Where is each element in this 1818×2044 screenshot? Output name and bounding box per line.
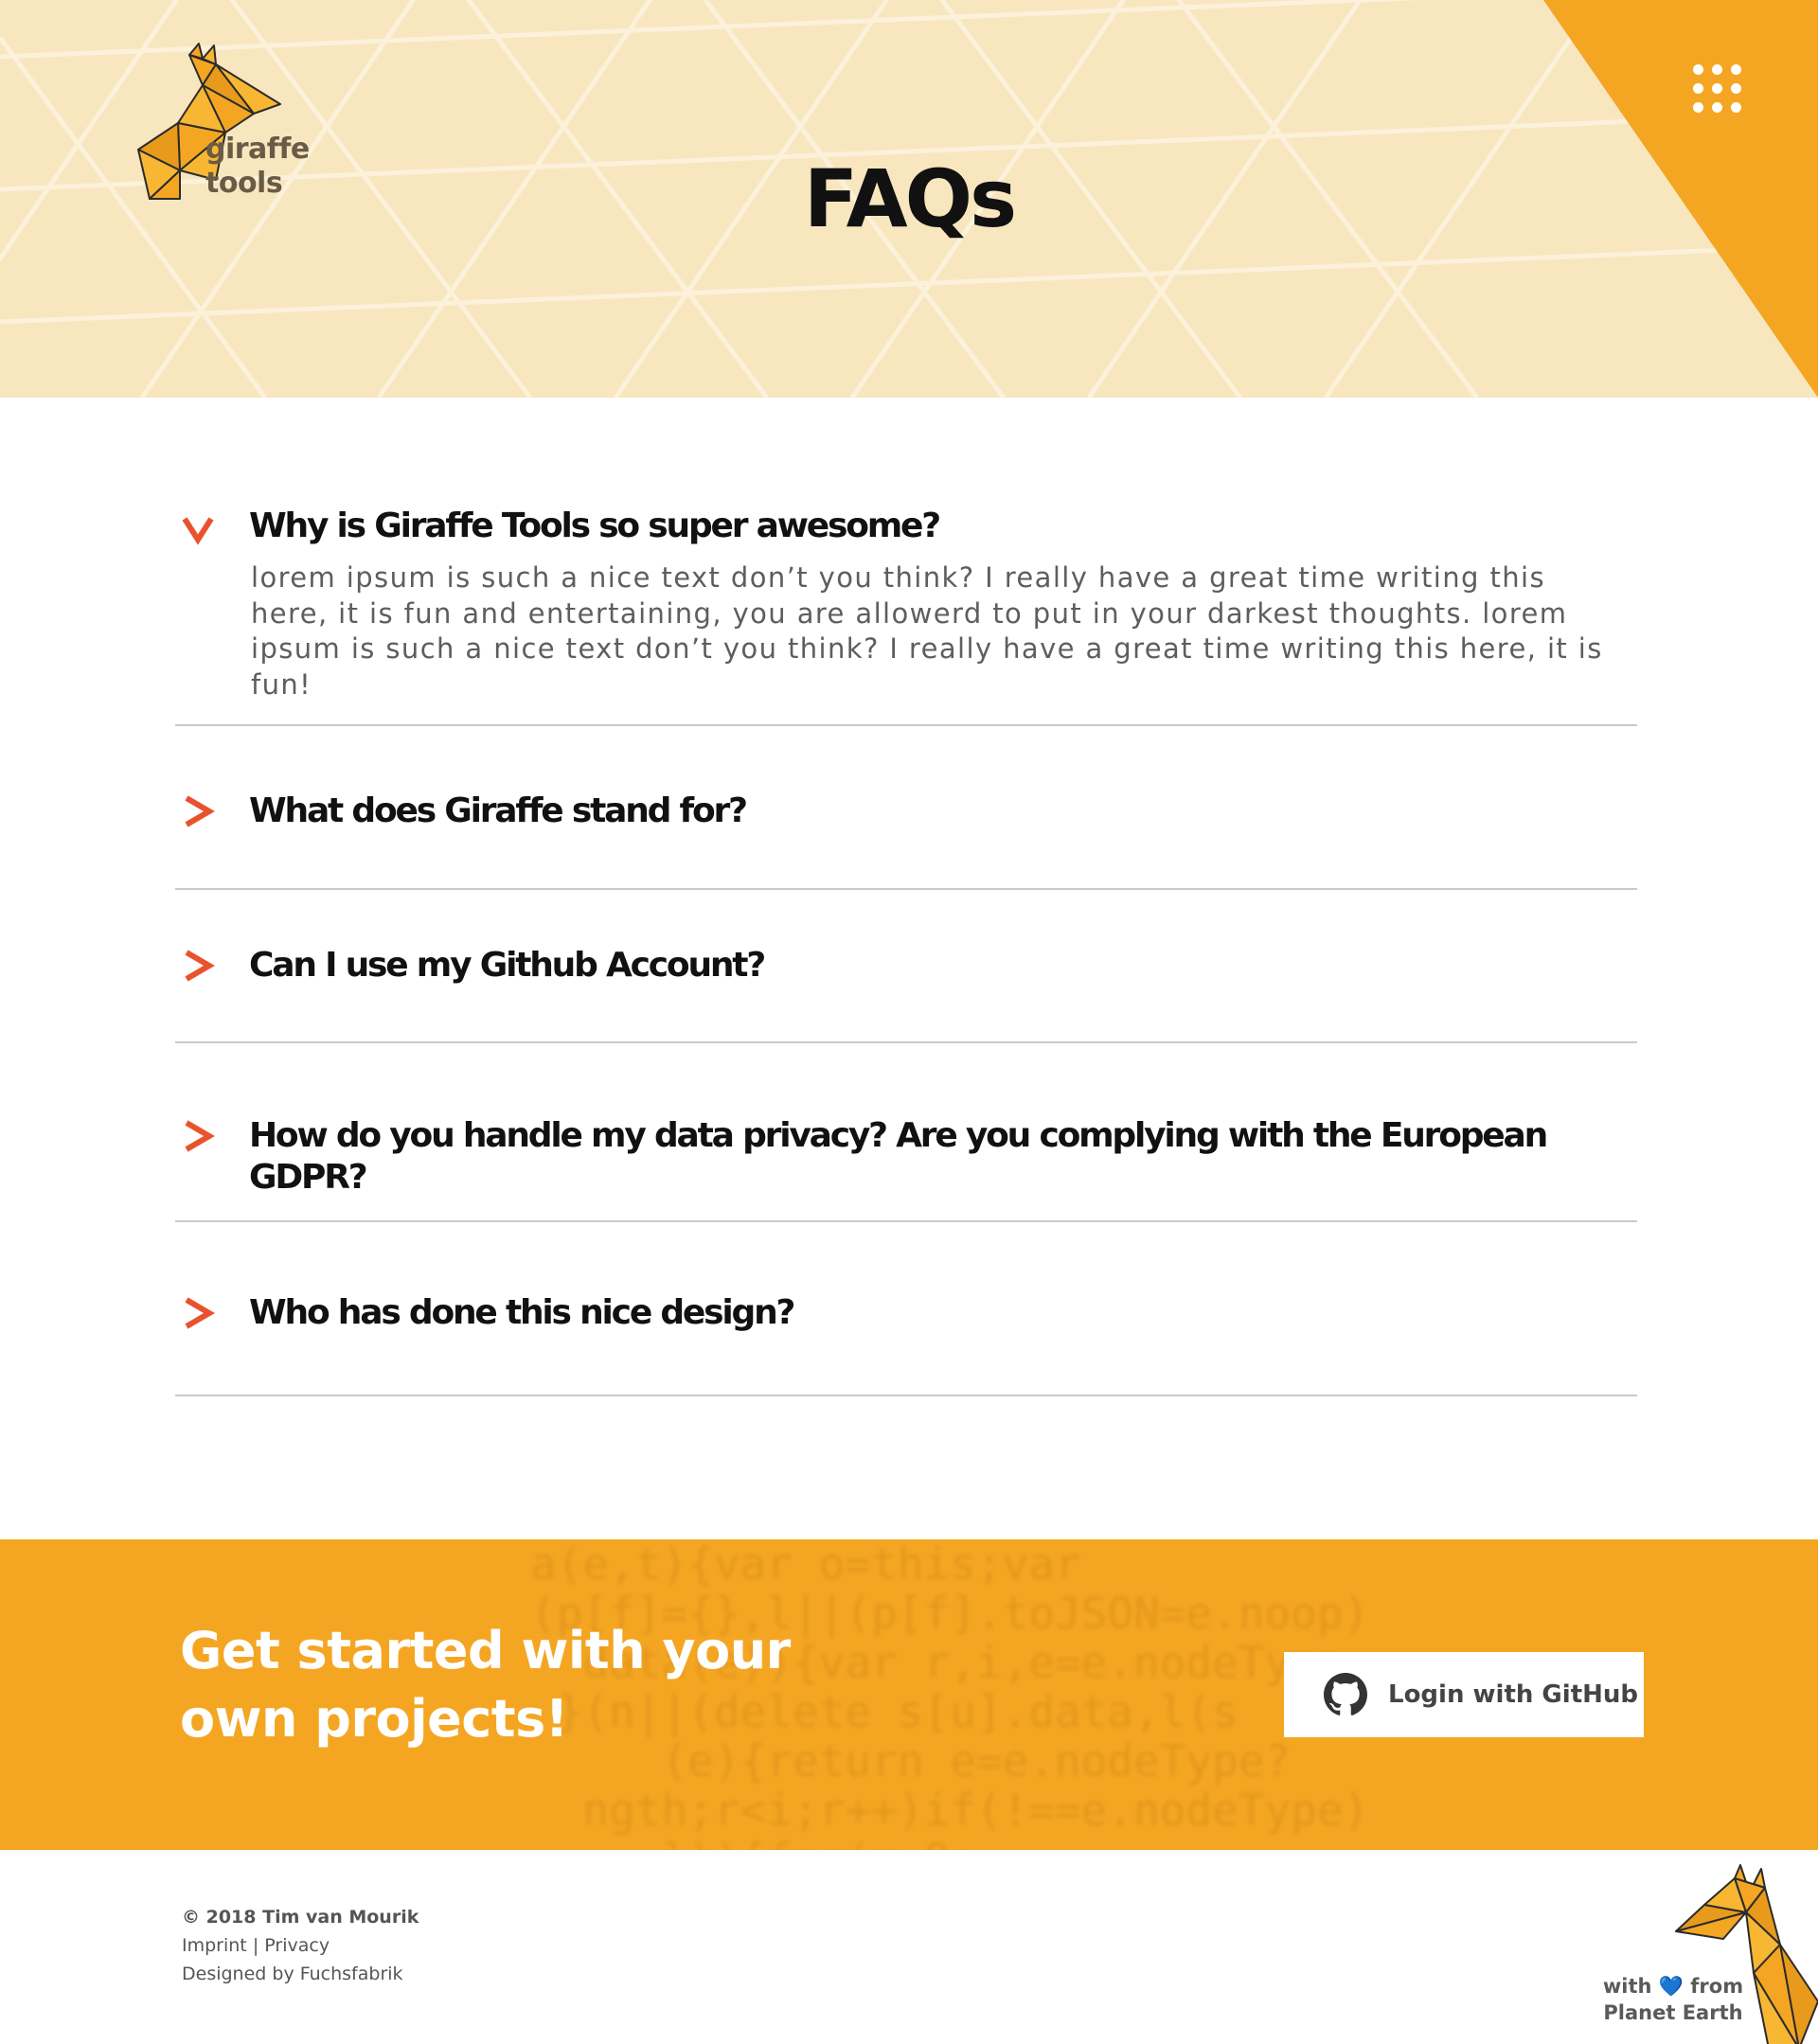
footer-links: © 2018 Tim van Mourik Imprint | Privacy …	[182, 1903, 419, 1988]
heart-icon: 💙	[1658, 1975, 1684, 1998]
made-with-love-note: with 💙 from Planet Earth	[1602, 1973, 1744, 2026]
chevron-right-icon	[185, 795, 215, 827]
planet-text: Planet Earth	[1603, 2001, 1743, 2024]
legal-links-row: Imprint | Privacy	[182, 1931, 419, 1960]
github-icon	[1324, 1673, 1367, 1715]
privacy-link[interactable]: Privacy	[264, 1935, 330, 1956]
chevron-right-icon	[185, 1120, 215, 1152]
designer-credit-link[interactable]: Designed by Fuchsfabrik	[182, 1960, 419, 1988]
menu-button[interactable]	[1687, 59, 1754, 125]
faq-question: Who has done this nice design?	[249, 1293, 795, 1332]
grid-dots-icon	[1693, 64, 1741, 113]
chevron-down-icon	[182, 517, 214, 545]
copyright-text: © 2018 Tim van Mourik	[182, 1907, 419, 1928]
faq-question: What does Giraffe stand for?	[249, 791, 748, 830]
page-title: FAQs	[803, 152, 1017, 245]
github-button-label: Login with GitHub	[1388, 1680, 1638, 1709]
faq-list: Why is Giraffe Tools so super awesome? l…	[175, 473, 1637, 1396]
chevron-right-icon	[185, 1297, 215, 1329]
page-footer: © 2018 Tim van Mourik Imprint | Privacy …	[0, 1850, 1818, 2044]
faq-question: How do you handle my data privacy? Are y…	[249, 1116, 1548, 1197]
imprint-link[interactable]: Imprint	[182, 1935, 247, 1956]
from-text: from	[1690, 1975, 1744, 1998]
chevron-right-icon	[185, 950, 215, 982]
faq-answer: lorem ipsum is such a nice text don’t yo…	[251, 561, 1603, 701]
faq-item-giraffe-meaning[interactable]: What does Giraffe stand for?	[175, 726, 1637, 890]
hero-header: giraffe tools FAQs	[0, 0, 1818, 398]
login-with-github-button[interactable]: Login with GitHub	[1284, 1652, 1644, 1737]
faq-item-github-account[interactable]: Can I use my Github Account?	[175, 890, 1637, 1043]
with-text: with	[1602, 1975, 1652, 1998]
faq-question: Why is Giraffe Tools so super awesome?	[249, 507, 941, 545]
faq-question: Can I use my Github Account?	[249, 946, 766, 985]
faq-item-data-privacy[interactable]: How do you handle my data privacy? Are y…	[175, 1043, 1637, 1222]
get-started-banner: a(e,t){var o=this;var (p[f]={},l||(p[f].…	[0, 1539, 1818, 1850]
faq-item-awesome[interactable]: Why is Giraffe Tools so super awesome? l…	[175, 473, 1637, 726]
faq-item-design-credit[interactable]: Who has done this nice design?	[175, 1222, 1637, 1396]
link-separator: |	[252, 1935, 259, 1956]
cta-title: Get started with your own projects!	[180, 1621, 791, 1749]
